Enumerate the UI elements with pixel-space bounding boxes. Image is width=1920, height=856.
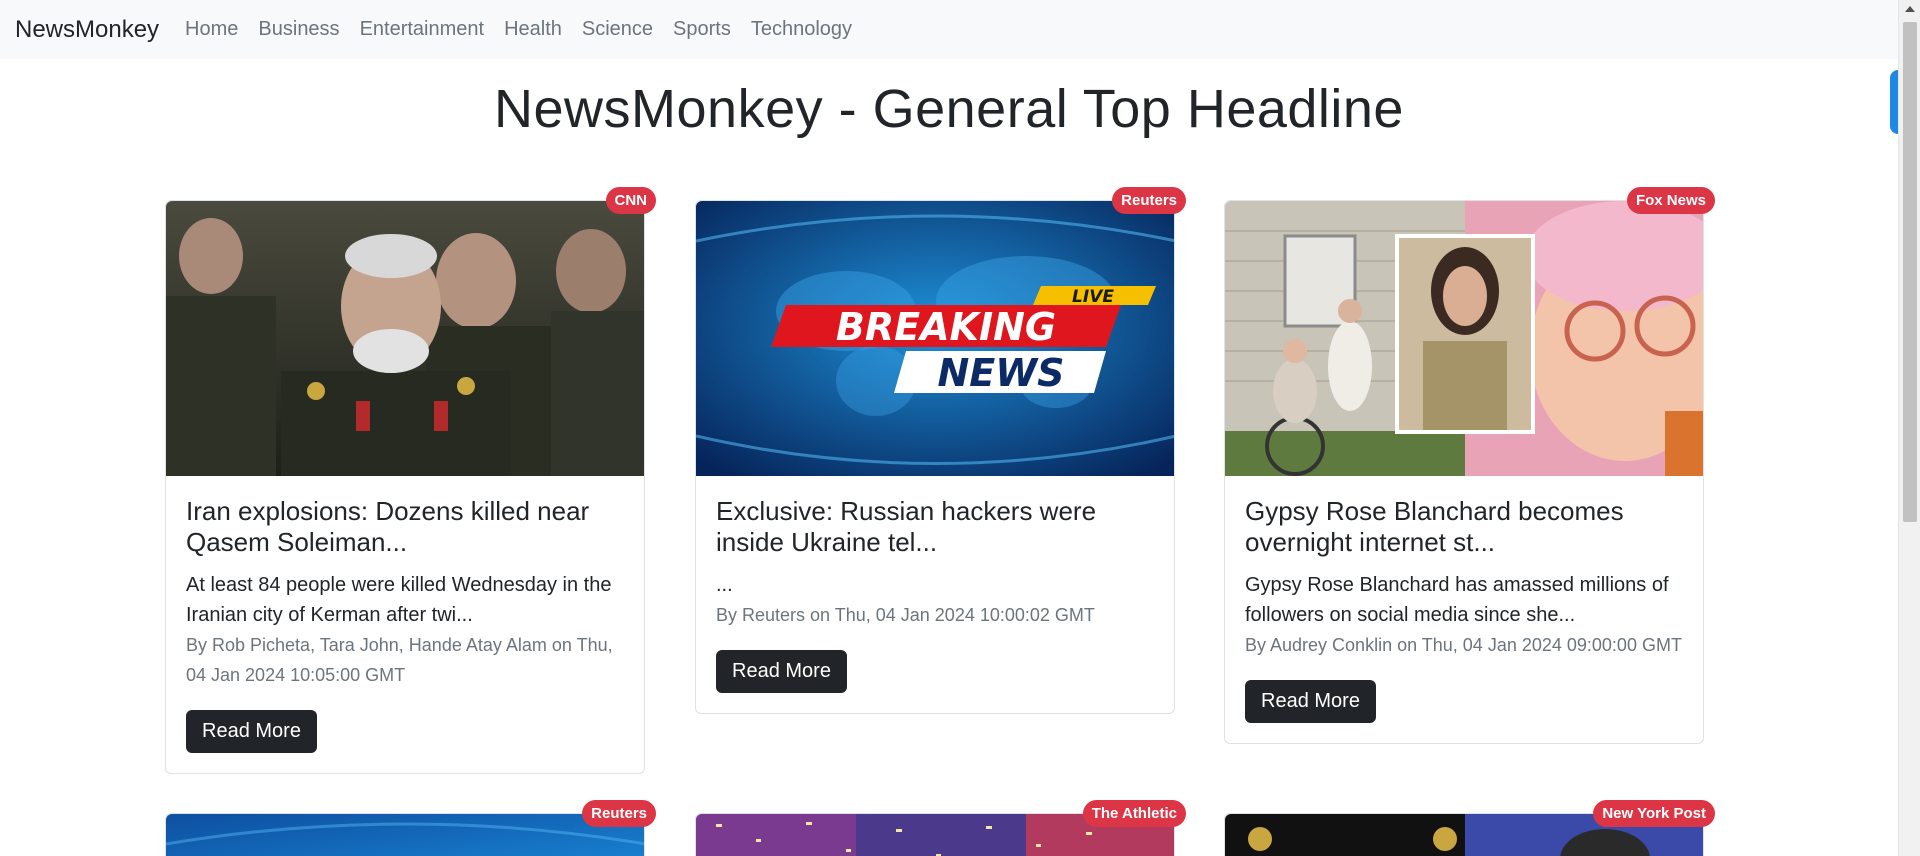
nav-links: Home Business Entertainment Health Scien… <box>175 18 862 41</box>
navbar: NewsMonkey Home Business Entertainment H… <box>0 0 1898 59</box>
news-card: New York Post <box>1224 800 1715 856</box>
nav-link-business[interactable]: Business <box>248 18 349 41</box>
military-officers-image <box>166 201 644 476</box>
nav-link-home[interactable]: Home <box>175 18 248 41</box>
news-card: Fox News Gypsy Rose Blanchard becomes ov… <box>1224 187 1715 744</box>
nav-link-science[interactable]: Science <box>572 18 663 41</box>
card-description: ... <box>716 574 733 596</box>
news-image <box>166 201 644 476</box>
source-badge: Fox News <box>1626 187 1715 214</box>
news-image <box>1225 201 1703 476</box>
news-image <box>166 814 644 856</box>
brand-logo[interactable]: NewsMonkey <box>15 16 159 44</box>
card-title[interactable]: Iran explosions: Dozens killed near Qase… <box>186 496 624 558</box>
nav-link-entertainment[interactable]: Entertainment <box>350 18 495 41</box>
source-badge: The Athletic <box>1082 800 1186 827</box>
news-card: CNN Iran explosions: Dozens killed near … <box>165 187 656 774</box>
card-description: Gypsy Rose Blanchard has amassed million… <box>1245 574 1669 626</box>
source-badge: Reuters <box>582 800 656 827</box>
nav-link-technology[interactable]: Technology <box>741 18 862 41</box>
card-meta: By Rob Picheta, Tara John, Hande Atay Al… <box>186 635 613 685</box>
card-title[interactable]: Gypsy Rose Blanchard becomes overnight i… <box>1245 496 1683 558</box>
card-description: At least 84 people were killed Wednesday… <box>186 574 612 626</box>
news-card: Reuters LIVE BREAKING NEWS Exclusive: Ru… <box>695 187 1186 714</box>
source-badge: CNN <box>605 187 656 214</box>
card-meta: By Reuters on Thu, 04 Jan 2024 10:00:02 … <box>716 605 1095 625</box>
card-title[interactable]: Exclusive: Russian hackers were inside U… <box>716 496 1154 558</box>
scroll-up-arrow-icon[interactable] <box>1905 6 1915 12</box>
collage-image <box>1225 201 1703 476</box>
reuters-image <box>166 814 644 856</box>
page-title: NewsMonkey - General Top Headline <box>494 79 1404 139</box>
news-image: LIVE BREAKING NEWS <box>696 201 1174 476</box>
source-badge: New York Post <box>1593 800 1715 827</box>
read-more-button[interactable]: Read More <box>716 650 847 693</box>
card-body: Gypsy Rose Blanchard becomes overnight i… <box>1225 476 1703 743</box>
card-body: Iran explosions: Dozens killed near Qase… <box>166 476 644 773</box>
scroll-thumb[interactable] <box>1903 22 1917 522</box>
page-scrollbar[interactable] <box>1898 0 1920 856</box>
image-breaking-text: BREAKING <box>836 305 1056 349</box>
card-body: Exclusive: Russian hackers were inside U… <box>696 476 1174 713</box>
read-more-button[interactable]: Read More <box>1245 680 1376 723</box>
nav-link-sports[interactable]: Sports <box>663 18 741 41</box>
image-live-text: LIVE <box>1072 287 1114 307</box>
source-badge: Reuters <box>1112 187 1186 214</box>
news-card: The Athletic <box>695 800 1186 856</box>
read-more-button[interactable]: Read More <box>186 710 317 753</box>
card-meta: By Audrey Conklin on Thu, 04 Jan 2024 09… <box>1245 635 1682 655</box>
news-card: Reuters <box>165 800 656 856</box>
breaking-news-image: LIVE BREAKING NEWS <box>696 201 1174 476</box>
image-news-text: NEWS <box>937 351 1064 395</box>
nav-link-health[interactable]: Health <box>494 18 572 41</box>
